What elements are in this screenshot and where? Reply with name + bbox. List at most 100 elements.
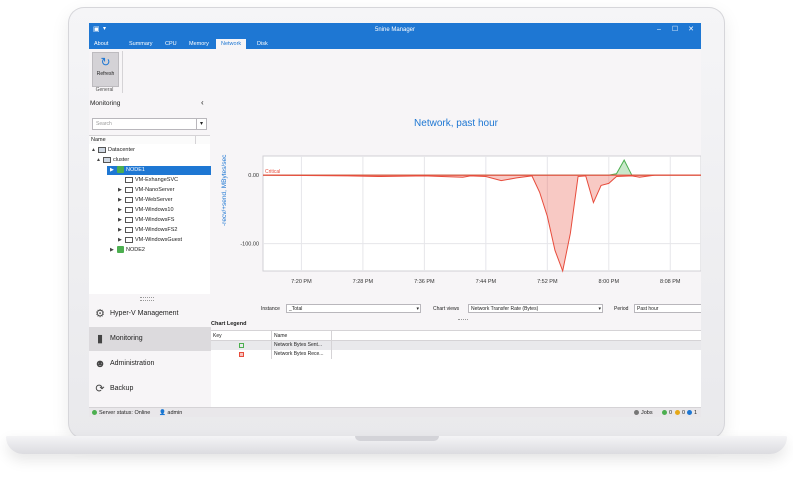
nav-item[interactable]: ⟳ Backup (89, 377, 211, 401)
expand-toggle-icon[interactable]: ▶ (110, 246, 117, 255)
column-divider (271, 341, 272, 350)
tree-item[interactable]: ▶ VM-Windows10 (118, 206, 174, 215)
current-user[interactable]: 👤 admin (159, 410, 182, 416)
cluster-icon (103, 156, 111, 163)
chart-views-label: Chart views (433, 306, 460, 312)
x-tick-label: 8:08 PM (660, 279, 681, 285)
legend-swatch[interactable] (239, 343, 244, 348)
column-divider (271, 331, 272, 340)
warning-count[interactable]: 0 (675, 410, 685, 416)
user-icon: 👤 (159, 410, 166, 416)
info-count[interactable]: 1 (687, 410, 697, 416)
x-tick-label: 7:20 PM (291, 279, 312, 285)
legend-splitter[interactable] (458, 319, 468, 320)
tree-item[interactable]: ▶ VM-NanoServer (118, 186, 174, 195)
expand-toggle-icon[interactable]: ▶ (118, 196, 125, 205)
close-icon[interactable]: ✕ (684, 25, 698, 35)
nav-item-label: Hyper-V Management (110, 310, 179, 317)
info-count-text: 1 (694, 410, 698, 416)
instance-label: Instance (261, 306, 280, 312)
tree-item-label: VM-WebServer (135, 197, 173, 203)
tree-item[interactable]: ▶ NODE2 (110, 246, 145, 255)
user-name: admin (167, 410, 183, 416)
expand-toggle-icon[interactable]: ▶ (118, 186, 125, 195)
ribbon-group-label: General (95, 87, 114, 93)
tree-item[interactable]: ▶ NODE1 (107, 166, 213, 175)
ok-count-text: 0 (669, 410, 673, 416)
refresh-button[interactable]: ↻ Refresh (92, 52, 119, 87)
tree-item[interactable]: ▶ VM-WindowsGuest (118, 236, 182, 245)
nav-item[interactable]: ⚙ Hyper-V Management (89, 302, 211, 326)
maximize-icon[interactable]: ☐ (668, 25, 682, 35)
tree-item[interactable]: ▲ Datacenter (91, 146, 135, 155)
tab-disk[interactable]: Disk (252, 39, 273, 49)
legend-row[interactable]: Network Bytes Sent... (211, 341, 701, 350)
legend-title: Chart Legend (211, 321, 247, 327)
backup-icon: ⟳ (95, 383, 105, 395)
laptop-notch (355, 436, 439, 441)
ok-count[interactable]: 0 (662, 410, 672, 416)
x-tick-label: 7:28 PM (353, 279, 374, 285)
vm-monitor-icon (125, 216, 133, 223)
tree-item-label: VM-WindowsGuest (135, 237, 183, 243)
tab-memory[interactable]: Memory (184, 39, 214, 49)
x-tick-label: 8:00 PM (599, 279, 620, 285)
tab-network[interactable]: Network (216, 39, 247, 49)
legend-table: Key Name Network Bytes Sent... Network B… (211, 330, 701, 417)
legend-col-key[interactable]: Key (213, 333, 222, 339)
tree-item[interactable]: VM-ExhangeSVC (118, 176, 178, 185)
x-tick-label: 7:44 PM (476, 279, 497, 285)
tree-item-label: VM-WindowsFS (135, 217, 175, 223)
chart-views-select[interactable]: Network Transfer Rate (Bytes) ▾ (468, 304, 603, 313)
tree-item-label: NODE1 (126, 167, 145, 173)
legend-col-name[interactable]: Name (274, 333, 287, 339)
y-tick-label: -100.00 (240, 242, 259, 248)
tree-item-label: VM-WindowsFS2 (135, 227, 178, 233)
period-value: Past hour (637, 306, 659, 312)
x-tick-label: 7:52 PM (537, 279, 558, 285)
critical-threshold-label: Critical (265, 169, 280, 175)
network-chart[interactable]: 7:20 PM 7:28 PM 7:36 PM 7:44 PM 7:52 PM 8:00 … (211, 96, 701, 296)
collapse-sidebar-icon[interactable]: ‹ (201, 98, 204, 107)
y-tick-label: 0.00 (248, 173, 259, 179)
tab-summary[interactable]: Summary (124, 39, 158, 49)
tab-cpu[interactable]: CPU (160, 39, 182, 49)
expand-toggle-icon[interactable]: ▶ (118, 206, 125, 215)
expand-toggle-icon[interactable]: ▶ (110, 166, 117, 175)
search-input[interactable]: Search ▾ (92, 118, 207, 130)
tree-item[interactable]: ▶ VM-WebServer (118, 196, 173, 205)
tree-item[interactable]: ▶ VM-WindowsFS (118, 216, 174, 225)
tree-item[interactable]: ▲ cluster (96, 156, 129, 165)
chevron-down-icon[interactable]: ▾ (196, 119, 206, 129)
expand-toggle-icon[interactable]: ▶ (118, 216, 125, 225)
sidebar: Monitoring ‹ Search ▾ Name ▲ Datacenter ▲ c… (89, 96, 213, 407)
ribbon: ↻ Refresh General (89, 49, 701, 97)
nav-item[interactable]: ☻ Administration (89, 352, 211, 376)
nav-item[interactable]: ▮ Monitoring (89, 327, 211, 351)
pane-splitter[interactable] (140, 297, 154, 301)
window-title: 5nine Manager (374, 27, 416, 33)
period-select[interactable]: Past hour (634, 304, 701, 313)
main-panel: Network, past hour -recv/+send, MBytes/s… (211, 96, 701, 417)
instance-select[interactable]: _Total ▾ (286, 304, 421, 313)
search-placeholder: Search (96, 121, 112, 127)
vm-monitor-icon (125, 206, 133, 213)
tree-item[interactable]: ▶ VM-WindowsFS2 (118, 226, 177, 235)
legend-name: Network Bytes Rece... (274, 351, 324, 357)
jobs-indicator[interactable]: Jobs (634, 410, 653, 416)
expand-toggle-icon[interactable]: ▲ (91, 146, 98, 155)
menu-tabs: About Summary CPU Memory Network Disk (89, 38, 701, 49)
expand-toggle-icon[interactable]: ▲ (96, 156, 103, 165)
legend-swatch[interactable] (239, 352, 244, 357)
tab-about[interactable]: About (89, 39, 113, 49)
tree-item-label: Datacenter (108, 147, 135, 153)
minimize-icon[interactable]: – (652, 25, 666, 35)
vm-monitor-icon (125, 226, 133, 233)
refresh-label: Refresh (96, 71, 115, 77)
legend-row[interactable]: Network Bytes Rece... (211, 350, 701, 359)
sidebar-title: Monitoring (90, 100, 121, 107)
expand-toggle-icon[interactable]: ▶ (118, 226, 125, 235)
expand-toggle-icon[interactable]: ▶ (118, 236, 125, 245)
app-window: ▣ ▾ 5nine Manager – ☐ ✕ About Summary CP… (89, 23, 701, 417)
tree-column-name: Name (91, 137, 106, 143)
